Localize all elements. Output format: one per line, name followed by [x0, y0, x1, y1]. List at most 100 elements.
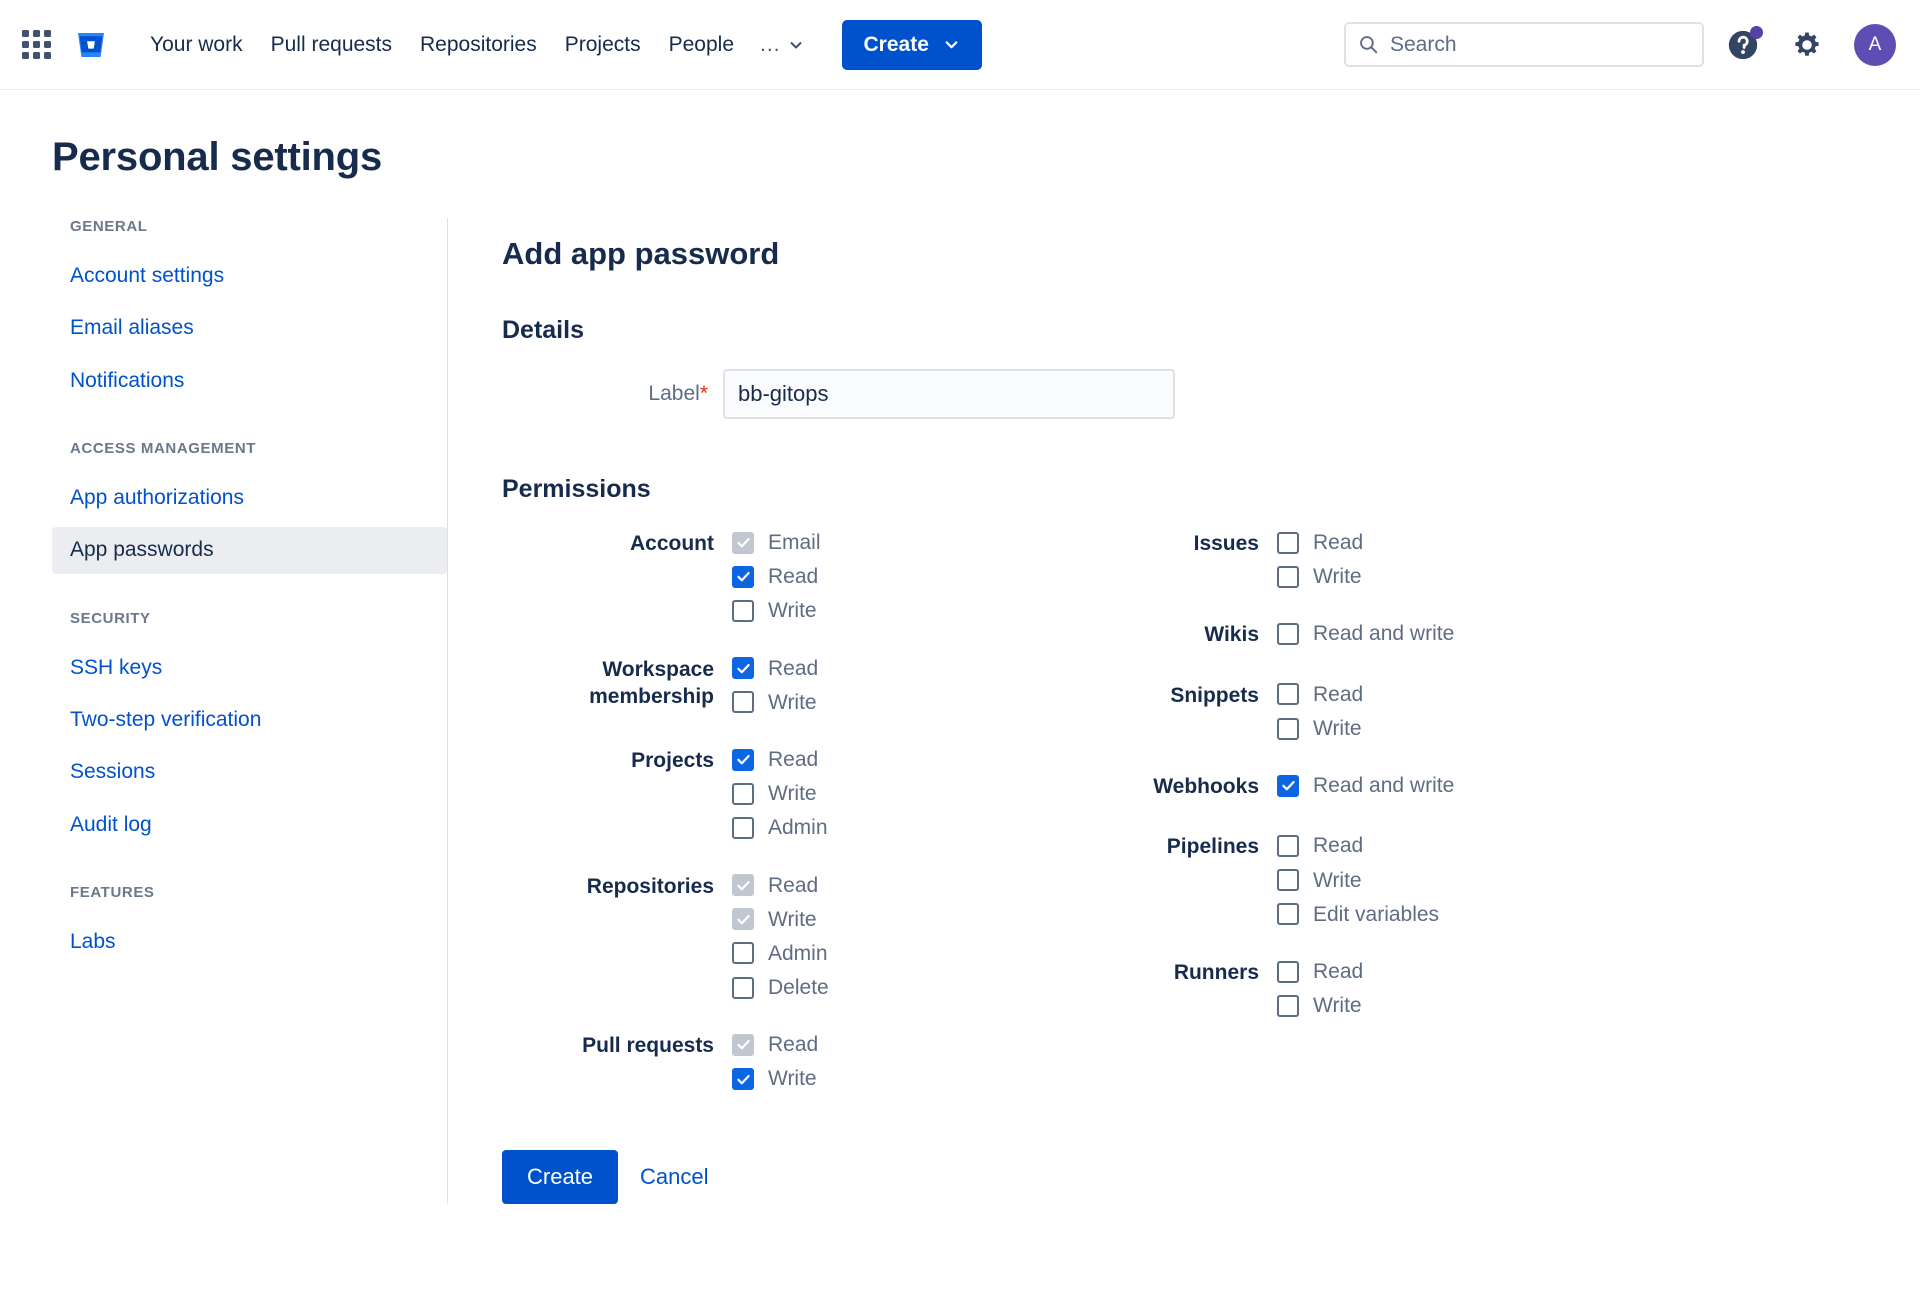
- permission-options: Read Write: [1277, 680, 1363, 741]
- checkbox-unchecked[interactable]: [732, 782, 754, 805]
- nav-link-pull-requests[interactable]: Pull requests: [257, 22, 406, 67]
- checkbox-checked: [732, 531, 754, 554]
- permission-group-webhooks: Webhooks Read and write: [1047, 771, 1592, 801]
- search-input[interactable]: Search: [1344, 22, 1704, 67]
- cancel-button[interactable]: Cancel: [624, 1150, 724, 1204]
- checkbox-unchecked[interactable]: [1277, 622, 1299, 645]
- permission-option-label: Write: [1313, 868, 1362, 892]
- nav-link-people[interactable]: People: [655, 22, 748, 67]
- permission-option-pipelines-read[interactable]: Read: [1277, 833, 1439, 858]
- sidebar-item-email-aliases[interactable]: Email aliases: [52, 305, 447, 351]
- permission-option-projects-admin[interactable]: Admin: [732, 815, 828, 840]
- sidebar-item-notifications[interactable]: Notifications: [52, 358, 447, 404]
- permission-group-label: Account: [630, 532, 714, 555]
- checkbox-checked[interactable]: [732, 657, 754, 680]
- permission-option-pipelines-edit-variables[interactable]: Edit variables: [1277, 902, 1439, 927]
- check-icon: [736, 880, 750, 890]
- permission-group-snippets: Snippets Read Write: [1047, 680, 1592, 741]
- permission-option-workspace-membership-write[interactable]: Write: [732, 690, 818, 715]
- sidebar-item-ssh-keys[interactable]: SSH keys: [52, 645, 447, 691]
- label-field-row: Label*: [502, 369, 1920, 419]
- checkbox-unchecked[interactable]: [732, 816, 754, 839]
- checkbox-unchecked[interactable]: [1277, 960, 1299, 983]
- permission-options: Read and write: [1277, 771, 1454, 801]
- permission-group-workspace-membership: Workspace membership Read Write: [502, 654, 1047, 715]
- search-placeholder: Search: [1390, 32, 1457, 56]
- checkbox-unchecked[interactable]: [732, 599, 754, 622]
- permission-option-projects-read[interactable]: Read: [732, 747, 828, 772]
- permission-option-snippets-read[interactable]: Read: [1277, 682, 1363, 707]
- checkbox-unchecked[interactable]: [1277, 717, 1299, 740]
- check-icon: [736, 1074, 750, 1084]
- permission-option-webhooks-read-and-write[interactable]: Read and write: [1277, 773, 1454, 798]
- checkbox-checked[interactable]: [732, 748, 754, 771]
- check-icon: [736, 1040, 750, 1050]
- create-button[interactable]: Create: [841, 19, 982, 70]
- search-icon: [1360, 36, 1378, 54]
- permission-option-issues-write[interactable]: Write: [1277, 564, 1363, 589]
- permission-option-workspace-membership-read[interactable]: Read: [732, 656, 818, 681]
- sidebar-item-app-passwords[interactable]: App passwords: [52, 527, 447, 574]
- checkbox-unchecked[interactable]: [732, 976, 754, 999]
- create-submit-button[interactable]: Create: [502, 1149, 619, 1204]
- nav-link-your-work[interactable]: Your work: [136, 22, 257, 67]
- checkbox-unchecked[interactable]: [732, 942, 754, 965]
- permission-option-label: Read: [768, 565, 819, 589]
- permission-option-snippets-write[interactable]: Write: [1277, 716, 1363, 741]
- permissions-left-column: Account Email Read Write Workspace membershi…: [502, 528, 1047, 1092]
- permission-option-repositories-delete[interactable]: Delete: [732, 975, 829, 1000]
- sidebar-item-two-step-verification[interactable]: Two-step verification: [52, 697, 447, 743]
- permission-options: Read and write: [1277, 619, 1454, 649]
- label-input[interactable]: [723, 369, 1175, 419]
- checkbox-unchecked[interactable]: [1277, 835, 1299, 858]
- permission-option-projects-write[interactable]: Write: [732, 781, 828, 806]
- permission-option-pipelines-write[interactable]: Write: [1277, 868, 1439, 893]
- nav-link-projects[interactable]: Projects: [551, 22, 655, 67]
- checkbox-unchecked[interactable]: [1277, 994, 1299, 1017]
- nav-more-menu-button[interactable]: ...: [748, 23, 816, 67]
- permission-option-runners-write[interactable]: Write: [1277, 993, 1363, 1018]
- checkbox-checked[interactable]: [1277, 774, 1299, 797]
- checkbox-unchecked[interactable]: [1277, 565, 1299, 588]
- check-icon: [736, 572, 750, 582]
- chevron-down-icon: [945, 41, 958, 49]
- app-switcher-button[interactable]: [14, 23, 58, 67]
- permission-options: Read Write Admin: [732, 745, 828, 841]
- permission-option-label: Read and write: [1313, 622, 1455, 646]
- settings-sidebar: GENERAL Account settings Email aliases N…: [52, 218, 447, 1204]
- nav-link-repositories[interactable]: Repositories: [406, 22, 551, 67]
- permission-group-repositories: Repositories Read Write Admin Delete: [502, 871, 1047, 1001]
- permission-option-pull-requests-write[interactable]: Write: [732, 1066, 818, 1091]
- sidebar-group-general: GENERAL Account settings Email aliases N…: [52, 218, 447, 404]
- sidebar-item-account-settings[interactable]: Account settings: [52, 253, 447, 299]
- checkbox-unchecked[interactable]: [1277, 903, 1299, 926]
- permission-group-projects: Projects Read Write Admin: [502, 745, 1047, 841]
- permission-option-repositories-admin[interactable]: Admin: [732, 941, 829, 966]
- checkbox-checked[interactable]: [732, 565, 754, 588]
- checkbox-unchecked[interactable]: [732, 691, 754, 714]
- check-icon: [1281, 781, 1295, 791]
- sidebar-item-audit-log[interactable]: Audit log: [52, 802, 447, 848]
- gear-icon: [1795, 31, 1819, 56]
- avatar[interactable]: A: [1854, 23, 1896, 66]
- permission-option-label: Write: [768, 907, 817, 931]
- permission-option-account-read[interactable]: Read: [732, 564, 821, 589]
- permission-option-issues-read[interactable]: Read: [1277, 530, 1363, 555]
- sidebar-item-labs[interactable]: Labs: [52, 919, 447, 965]
- permission-option-account-write[interactable]: Write: [732, 598, 821, 623]
- settings-button[interactable]: [1782, 20, 1832, 70]
- permission-option-account-email: Email: [732, 530, 821, 555]
- label-field-label-text: Label: [648, 382, 700, 405]
- checkbox-checked[interactable]: [732, 1068, 754, 1091]
- bitbucket-logo-icon[interactable]: [68, 23, 114, 67]
- permission-group-pipelines: Pipelines Read Write Edit variables: [1047, 831, 1592, 927]
- permission-option-runners-read[interactable]: Read: [1277, 959, 1363, 984]
- checkbox-unchecked[interactable]: [1277, 531, 1299, 554]
- help-button[interactable]: [1718, 20, 1768, 70]
- check-icon: [736, 755, 750, 765]
- sidebar-item-app-authorizations[interactable]: App authorizations: [52, 475, 447, 521]
- checkbox-unchecked[interactable]: [1277, 869, 1299, 892]
- permission-option-wikis-read-and-write[interactable]: Read and write: [1277, 621, 1454, 646]
- checkbox-unchecked[interactable]: [1277, 683, 1299, 706]
- sidebar-item-sessions[interactable]: Sessions: [52, 749, 447, 795]
